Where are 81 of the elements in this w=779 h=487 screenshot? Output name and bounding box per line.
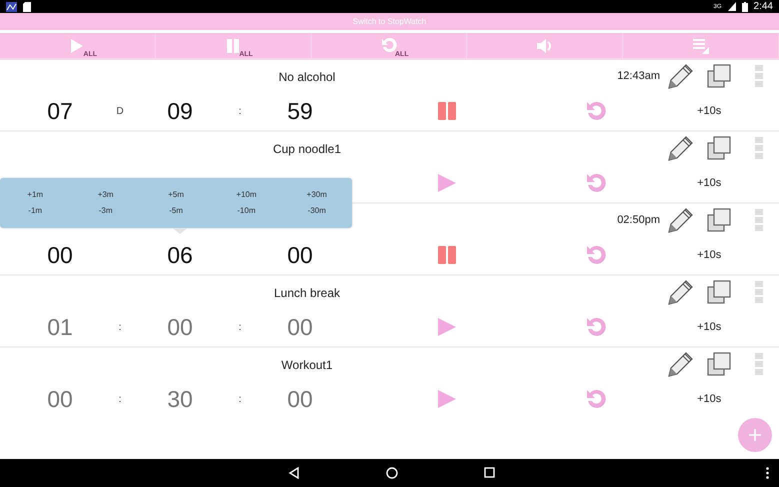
clock: 2:44: [754, 2, 773, 12]
add-minutes-button[interactable]: +5m: [140, 178, 212, 204]
plus-icon: [749, 429, 761, 442]
reset-icon[interactable]: [586, 389, 606, 410]
drag-handle-icon[interactable]: [754, 137, 762, 160]
pencil-icon[interactable]: [666, 350, 694, 378]
time-digits: 07: [47, 100, 73, 123]
add-timer-button[interactable]: [738, 418, 772, 452]
time-digits: 06: [167, 244, 193, 267]
alarm-time: 12:43am: [617, 69, 660, 84]
time-digits: 00: [287, 388, 313, 411]
pencil-icon[interactable]: [666, 206, 694, 234]
recents-icon[interactable]: [484, 467, 494, 478]
subtract-minutes-button[interactable]: -10m: [211, 203, 282, 228]
popup-pointer-icon: [172, 228, 188, 234]
pencil-icon[interactable]: [666, 278, 694, 306]
time-separator: D: [116, 104, 124, 119]
add-ten-seconds[interactable]: +10s: [697, 391, 722, 408]
subtract-minutes-button[interactable]: -1m: [0, 203, 70, 228]
app-icon: [6, 2, 17, 12]
timer-name: Cup noodle1: [272, 141, 342, 158]
volume-icon: [536, 38, 554, 54]
reset-icon[interactable]: [586, 173, 606, 194]
add-ten-seconds[interactable]: +10s: [697, 319, 722, 336]
list-icon: [692, 38, 710, 54]
alarm-time: 02:50pm: [617, 213, 660, 228]
more-icon[interactable]: [766, 467, 769, 480]
time-digits: 00: [167, 316, 193, 339]
time-digits: 30: [167, 388, 193, 411]
copy-icon[interactable]: [707, 136, 731, 160]
time-separator: :: [238, 392, 242, 407]
time-digits: 00: [47, 244, 73, 267]
copy-icon[interactable]: [707, 280, 731, 304]
add-ten-seconds[interactable]: +10s: [697, 103, 722, 120]
reset-icon: [380, 38, 397, 54]
add-ten-seconds[interactable]: +10s: [697, 175, 722, 192]
subtract-minutes-button[interactable]: -30m: [282, 203, 352, 228]
time-digits: 01: [47, 316, 73, 339]
reset-icon[interactable]: [586, 101, 606, 122]
add-minutes-button[interactable]: +30m: [282, 178, 352, 204]
time-digits: 00: [287, 244, 313, 267]
sd-card-icon: [23, 2, 31, 12]
pencil-icon[interactable]: [666, 62, 694, 90]
time-separator: :: [118, 320, 122, 335]
add-minutes-button[interactable]: +3m: [70, 178, 141, 204]
back-icon[interactable]: [288, 467, 300, 480]
play-icon[interactable]: [436, 389, 457, 410]
pencil-icon[interactable]: [666, 134, 694, 162]
time-digits: 09: [167, 100, 193, 123]
reset-icon[interactable]: [586, 245, 606, 266]
add-minutes-button[interactable]: +10m: [211, 178, 282, 204]
drag-handle-icon[interactable]: [754, 353, 762, 376]
timer-name: Lunch break: [274, 285, 340, 302]
copy-icon[interactable]: [707, 352, 731, 376]
timer-name: No alcohol: [278, 69, 336, 86]
pause-icon[interactable]: [438, 246, 456, 264]
time-digits: 00: [287, 316, 313, 339]
signal-icon: [728, 2, 736, 12]
add-minutes-button[interactable]: +1m: [0, 178, 70, 204]
battery-icon: [742, 2, 748, 12]
copy-icon[interactable]: [707, 64, 731, 88]
drag-handle-icon[interactable]: [754, 65, 762, 88]
timer-name: Workout1: [281, 357, 333, 374]
time-digits: 00: [47, 388, 73, 411]
play-icon[interactable]: [436, 173, 457, 194]
subtract-minutes-button[interactable]: -3m: [70, 203, 141, 228]
time-separator: :: [238, 104, 242, 119]
reset-icon[interactable]: [586, 317, 606, 338]
play-icon: [70, 38, 84, 54]
play-icon[interactable]: [436, 317, 457, 338]
time-separator: :: [118, 392, 122, 407]
add-ten-seconds[interactable]: +10s: [697, 247, 722, 264]
pause-icon: [227, 38, 240, 53]
subtract-minutes-button[interactable]: -5m: [140, 203, 212, 228]
time-digits: 59: [287, 100, 313, 123]
home-icon[interactable]: [386, 467, 398, 480]
copy-icon[interactable]: [707, 208, 731, 232]
drag-handle-icon[interactable]: [754, 281, 762, 304]
pause-icon[interactable]: [438, 102, 456, 120]
drag-handle-icon[interactable]: [754, 209, 762, 232]
time-separator: :: [238, 320, 242, 335]
